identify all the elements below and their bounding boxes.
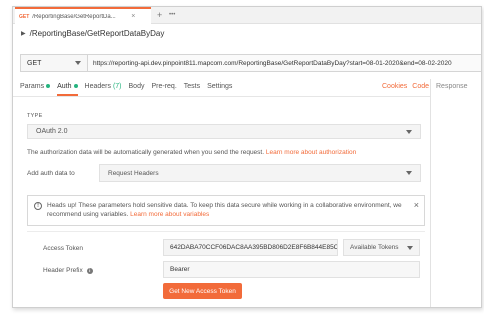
chevron-right-icon[interactable]: ▶	[21, 30, 26, 37]
close-icon[interactable]: ×	[131, 13, 135, 20]
right-links: Cookies Code	[382, 83, 429, 90]
chevron-down-icon	[406, 171, 412, 175]
more-tabs-icon[interactable]: •••	[169, 10, 175, 20]
code-link[interactable]: Code	[412, 83, 429, 90]
method-value: GET	[27, 59, 42, 67]
tab-auth[interactable]: Auth	[57, 83, 78, 96]
access-token-label: Access Token	[43, 245, 83, 252]
cookies-link[interactable]: Cookies	[382, 83, 407, 90]
chevron-down-icon	[407, 245, 413, 250]
get-new-access-token-button[interactable]: Get New Access Token	[163, 283, 242, 299]
learn-variables-link[interactable]: Learn more about variables	[130, 211, 209, 218]
tab-prereq[interactable]: Pre-req.	[151, 83, 176, 90]
header-prefix-input[interactable]: Bearer	[163, 261, 420, 278]
auth-info-text: The authorization data will be automatic…	[27, 149, 357, 156]
response-label: Response	[436, 83, 468, 90]
alert-icon: !	[34, 202, 42, 210]
auth-type-select[interactable]: OAuth 2.0	[27, 124, 421, 139]
request-tab[interactable]: GET /ReportingBase/GetReportDa... ×	[15, 7, 151, 24]
available-tokens-label: Available Tokens	[350, 244, 399, 251]
breadcrumb: ▶ /ReportingBase/GetReportDataByDay	[21, 29, 164, 38]
tab-body[interactable]: Body	[129, 83, 145, 90]
pane-divider[interactable]	[430, 79, 431, 307]
tab-name: /ReportingBase/GetReportDa...	[32, 13, 116, 20]
info-icon[interactable]: i	[86, 267, 93, 274]
auth-type-value: OAuth 2.0	[36, 128, 68, 135]
close-icon[interactable]: ×	[414, 201, 419, 210]
url-input[interactable]: https://reporting-api.dev.pinpoint811.ma…	[87, 54, 481, 72]
divider	[27, 231, 425, 232]
add-auth-label: Add auth data to	[27, 170, 75, 177]
request-tabs: Params Auth Headers (7) Body Pre-req. Te…	[20, 83, 232, 96]
tab-settings[interactable]: Settings	[207, 83, 232, 90]
tab-method: GET	[19, 13, 30, 20]
type-label: TYPE	[27, 113, 43, 119]
sensitive-data-notice: ! Heads up! These parameters hold sensit…	[27, 195, 425, 226]
access-token-input[interactable]: 642DABA70CCF06DAC8AA395BD806D2E8F6B844E8…	[163, 239, 338, 256]
add-auth-value: Request Headers	[108, 169, 159, 177]
postman-window: GET /ReportingBase/GetReportDa... × + ••…	[12, 6, 482, 308]
notice-text: Heads up! These parameters hold sensitiv…	[47, 202, 402, 218]
available-tokens-select[interactable]: Available Tokens	[343, 239, 420, 256]
add-auth-select[interactable]: Request Headers	[99, 164, 421, 182]
tab-params[interactable]: Params	[20, 83, 51, 90]
tabs-divider	[13, 96, 430, 97]
request-title: /ReportingBase/GetReportDataByDay	[29, 29, 165, 38]
learn-auth-link[interactable]: Learn more about authorization	[266, 149, 356, 156]
tab-tests[interactable]: Tests	[184, 83, 200, 90]
header-prefix-label: Header Prefix i	[43, 267, 93, 274]
chevron-down-icon	[75, 61, 81, 65]
status-dot	[73, 84, 78, 89]
method-select[interactable]: GET	[20, 54, 88, 72]
tab-headers[interactable]: Headers (7)	[85, 83, 122, 90]
status-dot	[46, 84, 51, 89]
chevron-down-icon	[406, 129, 412, 134]
new-tab-button[interactable]: +	[157, 10, 162, 20]
